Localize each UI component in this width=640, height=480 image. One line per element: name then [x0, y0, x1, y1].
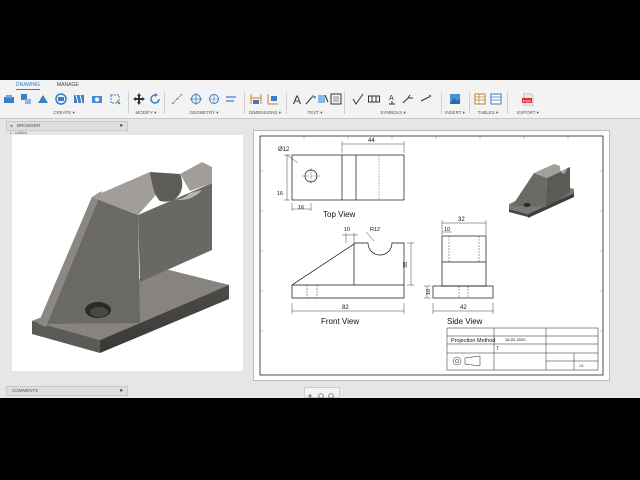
top-view-label: Top View [323, 210, 356, 219]
browser-pin-icon[interactable]: ● [119, 122, 123, 130]
rotate-icon[interactable] [149, 93, 161, 105]
geometry-group: GEOMETRY ▾ [165, 91, 243, 118]
tables-group: TABLES ▾ [470, 91, 506, 118]
datum-identifier-icon[interactable]: A [386, 93, 398, 105]
toolbar-ribbon: DRAWING MANAGE CREATE ▾ MODIFY ▾ GEOMETR… [0, 80, 640, 119]
dim-front-82[interactable]: 82 [342, 305, 349, 311]
balloon-icon[interactable] [330, 93, 342, 105]
side-view [432, 235, 494, 299]
title-block-date[interactable]: 16-02-2020 [505, 337, 526, 342]
comments-panel[interactable]: COMMENTS ● [6, 386, 128, 396]
drawing-canvas[interactable]: ◂ BROWSER ● ▸ ◦ Untitled Ø12 44 16 16 To… [0, 119, 640, 398]
svg-text:A: A [389, 95, 394, 102]
insert-image-icon[interactable] [449, 93, 461, 105]
table-icon[interactable] [474, 93, 486, 105]
leader-icon[interactable]: A [305, 93, 317, 105]
dim-top-16-left[interactable]: 16 [277, 191, 283, 197]
symbols-label[interactable]: SYMBOLS ▾ [345, 110, 441, 116]
edge-extension-icon[interactable] [225, 93, 237, 105]
tables-label[interactable]: TABLES ▾ [470, 110, 506, 116]
note-icon[interactable] [317, 93, 329, 105]
svg-text:PDF: PDF [523, 98, 532, 103]
export-group: PDF EXPORT ▾ [508, 91, 548, 118]
geometry-label[interactable]: GEOMETRY ▾ [165, 110, 243, 116]
dim-front-35[interactable]: 35 [403, 262, 409, 268]
svg-text:A: A [311, 95, 315, 101]
welding-symbol-icon[interactable] [402, 93, 414, 105]
hole-inner [90, 307, 108, 317]
break-view-icon[interactable] [73, 93, 85, 105]
browser-collapse-icon[interactable]: ◂ [10, 122, 12, 130]
sheet-isometric-view [509, 164, 574, 218]
modify-group: MODIFY ▾ [129, 91, 163, 118]
dim-front-r12[interactable]: R12 [370, 227, 380, 233]
tab-manage[interactable]: MANAGE [57, 82, 79, 88]
text-label[interactable]: TEXT ▾ [287, 110, 343, 116]
top-view [291, 154, 405, 201]
insert-group: INSERT ▾ [442, 91, 468, 118]
zoom-icon[interactable] [318, 393, 324, 398]
saddle-shadow [150, 172, 183, 202]
comments-label: COMMENTS [12, 388, 39, 393]
dim-front-10[interactable]: 10 [344, 227, 350, 233]
comments-pin-icon[interactable]: ● [119, 387, 123, 395]
fusion-window: DRAWING MANAGE CREATE ▾ MODIFY ▾ GEOMETR… [0, 80, 640, 398]
dimensions-group: DIMENSIONS ▾ [245, 91, 285, 118]
projected-view-icon[interactable] [20, 93, 32, 105]
drawing-sheet[interactable]: Ø12 44 16 16 Top View 10 R12 35 82 Front… [253, 130, 610, 381]
dim-side-32[interactable]: 32 [458, 217, 465, 223]
side-view-label: Side View [447, 317, 483, 326]
fit-icon[interactable] [328, 393, 334, 398]
taper-symbol-icon[interactable] [420, 93, 432, 105]
sheet-svg: Ø12 44 16 16 Top View 10 R12 35 82 Front… [259, 135, 604, 376]
dim-side-42[interactable]: 42 [460, 305, 467, 311]
base-view-icon[interactable] [3, 93, 15, 105]
ordinate-dimension-icon[interactable] [267, 93, 279, 105]
dim-top-16-bottom[interactable]: 16 [298, 205, 304, 211]
move-icon[interactable] [133, 93, 145, 105]
move-view-icon[interactable] [109, 93, 121, 105]
projection-symbol-icon [452, 355, 481, 367]
svg-text:A: A [293, 93, 301, 105]
text-icon[interactable]: A [291, 93, 303, 105]
tab-drawing[interactable]: DRAWING [16, 82, 40, 90]
dimensions-label[interactable]: DIMENSIONS ▾ [245, 110, 285, 116]
surface-texture-icon[interactable] [352, 93, 364, 105]
title-block-title[interactable]: Projection Method [451, 338, 495, 344]
dim-side-10-top[interactable]: 10 [444, 227, 450, 233]
create-group: CREATE ▾ [0, 91, 128, 118]
bom-icon[interactable] [490, 93, 502, 105]
feature-control-frame-icon[interactable] [368, 93, 380, 105]
dimension-icon[interactable] [250, 93, 262, 105]
isometric-model-image [12, 135, 243, 371]
create-label[interactable]: CREATE ▾ [0, 110, 128, 116]
browser-panel[interactable]: ◂ BROWSER ● [6, 121, 128, 131]
symbols-group: A SYMBOLS ▾ [345, 91, 441, 118]
pdf-export-icon[interactable]: PDF [522, 93, 534, 106]
browser-label: BROWSER [17, 123, 41, 128]
text-group: A A TEXT ▾ [287, 91, 343, 118]
front-view [291, 242, 405, 299]
export-label[interactable]: EXPORT ▾ [508, 110, 548, 116]
insert-label[interactable]: INSERT ▾ [442, 110, 468, 116]
front-view-label: Front View [321, 317, 359, 326]
center-mark-pattern-icon[interactable] [208, 93, 220, 105]
title-block [446, 327, 599, 371]
centerline-icon[interactable] [171, 93, 183, 105]
title-block-sheet[interactable]: 7 [496, 346, 499, 352]
dim-top-width[interactable]: 44 [368, 138, 375, 144]
center-mark-icon[interactable] [190, 93, 202, 105]
navigation-bar [304, 387, 340, 398]
exploded-view-icon[interactable] [91, 93, 103, 105]
modify-label[interactable]: MODIFY ▾ [129, 110, 163, 116]
pan-icon[interactable] [308, 394, 312, 398]
dim-hole-diameter[interactable]: Ø12 [278, 147, 290, 153]
dim-side-10-left[interactable]: 10 [426, 289, 432, 295]
title-block-scale[interactable]: 1/1 [579, 364, 584, 368]
section-view-icon[interactable] [37, 93, 49, 105]
side-view-dims [424, 220, 494, 314]
detail-view-icon[interactable] [55, 93, 67, 105]
